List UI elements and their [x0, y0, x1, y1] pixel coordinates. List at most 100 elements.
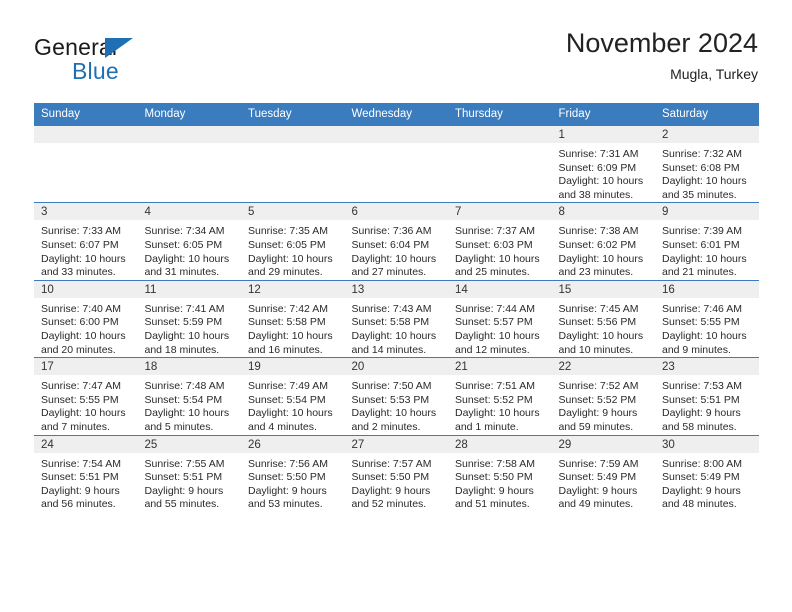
day-details: Sunrise: 7:32 AM Sunset: 6:08 PM Daylight:…	[655, 143, 759, 202]
calendar-day-cell[interactable]: 20 Sunrise: 7:50 AM Sunset: 5:53 PM Dayligh…	[344, 357, 449, 435]
sunset-text: Sunset: 5:52 PM	[558, 393, 637, 406]
sunrise-text: Sunrise: 7:39 AM	[662, 225, 742, 238]
calendar-week-row: 24 Sunrise: 7:54 AM Sunset: 5:51 PM Dayligh…	[34, 434, 759, 512]
calendar-day-cell[interactable]: 7 Sunrise: 7:37 AM Sunset: 6:03 PM Daylight…	[448, 202, 552, 281]
calendar-day-cell[interactable]: 19 Sunrise: 7:49 AM Sunset: 5:54 PM Dayligh…	[241, 357, 345, 435]
sunrise-text: Sunrise: 7:54 AM	[41, 457, 121, 470]
calendar-day-cell[interactable]: 17 Sunrise: 7:47 AM Sunset: 5:55 PM Dayligh…	[34, 357, 138, 435]
day-details: Sunrise: 7:43 AM Sunset: 5:58 PM Daylight:…	[345, 298, 449, 357]
calendar-day-cell[interactable]: 30 Sunrise: 8:00 AM Sunset: 5:49 PM Dayligh…	[655, 434, 759, 512]
day-number: 13	[344, 280, 448, 298]
day-details: Sunrise: 7:58 AM Sunset: 5:50 PM Daylight:…	[448, 453, 552, 512]
day-number: 15	[551, 280, 655, 298]
calendar-day-cell[interactable]: 27 Sunrise: 7:57 AM Sunset: 5:50 PM Dayligh…	[344, 434, 448, 512]
sunrise-text: Sunrise: 7:32 AM	[662, 148, 742, 160]
daylight-text: Daylight: 10 hours and 33 minutes.	[41, 252, 126, 279]
weekday-header-saturday: Saturday	[655, 103, 759, 126]
calendar-day-cell[interactable]: 26 Sunrise: 7:56 AM Sunset: 5:50 PM Dayligh…	[241, 434, 345, 512]
day-number: 22	[551, 358, 655, 376]
daylight-text: Daylight: 9 hours and 53 minutes.	[248, 484, 327, 511]
calendar-day-cell[interactable]: 10 Sunrise: 7:40 AM Sunset: 6:00 PM Dayligh…	[34, 279, 138, 358]
daylight-text: Daylight: 10 hours and 7 minutes.	[41, 407, 126, 433]
day-number: 30	[655, 435, 759, 453]
day-details: Sunrise: 7:48 AM Sunset: 5:54 PM Daylight:…	[138, 375, 242, 434]
daylight-text: Daylight: 9 hours and 49 minutes.	[558, 484, 638, 511]
calendar-day-cell[interactable]: 28 Sunrise: 7:58 AM Sunset: 5:50 PM Dayligh…	[448, 434, 552, 512]
day-number: 25	[137, 435, 241, 453]
day-details: Sunrise: 7:50 AM Sunset: 5:53 PM Daylight:…	[345, 375, 449, 434]
sunrise-text: Sunrise: 7:56 AM	[248, 457, 328, 470]
calendar-day-cell[interactable]: 11 Sunrise: 7:41 AM Sunset: 5:59 PM Dayligh…	[137, 279, 242, 358]
calendar-day-cell[interactable]: 3 Sunrise: 7:33 AM Sunset: 6:07 PM Daylight…	[34, 202, 138, 281]
daylight-text: Daylight: 10 hours and 4 minutes.	[248, 407, 333, 433]
daylight-text: Daylight: 9 hours and 56 minutes.	[41, 484, 120, 511]
calendar-day-cell[interactable]: 29 Sunrise: 7:59 AM Sunset: 5:49 PM Dayligh…	[551, 434, 655, 512]
calendar-day-cell[interactable]: 25 Sunrise: 7:55 AM Sunset: 5:51 PM Dayligh…	[137, 434, 242, 512]
day-number: 29	[551, 435, 655, 453]
daylight-text: Daylight: 10 hours and 1 minute.	[455, 407, 540, 433]
day-details: Sunrise: 7:34 AM Sunset: 6:05 PM Daylight:…	[138, 220, 242, 279]
day-details: Sunrise: 7:41 AM Sunset: 5:59 PM Daylight:…	[138, 298, 242, 357]
calendar-day-cell[interactable]: 23 Sunrise: 7:53 AM Sunset: 5:51 PM Dayligh…	[655, 357, 759, 435]
day-details: Sunrise: 7:33 AM Sunset: 6:07 PM Daylight:…	[34, 220, 138, 279]
sunrise-text: Sunrise: 7:40 AM	[41, 302, 121, 315]
day-number	[34, 126, 138, 143]
calendar-day-cell[interactable]: 4 Sunrise: 7:34 AM Sunset: 6:05 PM Daylight…	[137, 202, 242, 281]
day-number: 6	[344, 203, 448, 221]
calendar-day-cell[interactable]: 2 Sunrise: 7:32 AM Sunset: 6:08 PM Daylight…	[655, 124, 759, 203]
sunset-text: Sunset: 5:50 PM	[248, 471, 326, 484]
brand-logo[interactable]: General Blue	[34, 34, 234, 90]
calendar-day-cell[interactable]: 15 Sunrise: 7:45 AM Sunset: 5:56 PM Dayligh…	[551, 279, 655, 358]
calendar-day-cell[interactable]: 12 Sunrise: 7:42 AM Sunset: 5:58 PM Dayligh…	[241, 279, 345, 358]
sunrise-text: Sunrise: 7:48 AM	[144, 380, 225, 393]
calendar-day-cell[interactable]: 21 Sunrise: 7:51 AM Sunset: 5:52 PM Dayligh…	[448, 357, 552, 435]
day-number: 4	[137, 203, 241, 221]
sunset-text: Sunset: 5:50 PM	[455, 471, 533, 484]
calendar-day-cell[interactable]: 18 Sunrise: 7:48 AM Sunset: 5:54 PM Dayligh…	[137, 357, 242, 435]
daylight-text: Daylight: 10 hours and 35 minutes.	[662, 175, 747, 201]
weekday-header-sunday: Sunday	[34, 103, 138, 126]
calendar-week-row: 10 Sunrise: 7:40 AM Sunset: 6:00 PM Dayligh…	[34, 279, 759, 358]
day-number: 28	[448, 435, 552, 453]
title-block: November 2024 Mugla, Turkey	[566, 26, 758, 84]
day-details: Sunrise: 7:44 AM Sunset: 5:57 PM Daylight:…	[448, 298, 552, 357]
calendar-day-cell[interactable]: 6 Sunrise: 7:36 AM Sunset: 6:04 PM Daylight…	[344, 202, 449, 281]
daylight-text: Daylight: 10 hours and 20 minutes.	[41, 329, 126, 356]
sunrise-text: Sunrise: 7:34 AM	[144, 225, 225, 238]
day-details: Sunrise: 7:36 AM Sunset: 6:04 PM Daylight:…	[345, 220, 449, 279]
sunset-text: Sunset: 6:08 PM	[662, 161, 740, 174]
day-number	[344, 126, 448, 143]
day-number: 1	[551, 126, 655, 143]
calendar-day-cell[interactable]: 13 Sunrise: 7:43 AM Sunset: 5:58 PM Dayligh…	[344, 279, 449, 358]
daylight-text: Daylight: 9 hours and 51 minutes.	[455, 484, 534, 511]
sunset-text: Sunset: 5:51 PM	[41, 471, 119, 484]
day-details: Sunrise: 7:49 AM Sunset: 5:54 PM Daylight:…	[241, 375, 345, 434]
weekday-header-thursday: Thursday	[448, 103, 552, 126]
daylight-text: Daylight: 10 hours and 23 minutes.	[558, 252, 644, 279]
sunrise-text: Sunrise: 7:58 AM	[455, 457, 535, 470]
sunrise-text: Sunrise: 7:44 AM	[455, 302, 535, 315]
day-details: Sunrise: 7:55 AM Sunset: 5:51 PM Daylight:…	[138, 453, 242, 512]
sunrise-text: Sunrise: 7:33 AM	[41, 225, 121, 238]
calendar-day-cell[interactable]: 22 Sunrise: 7:52 AM Sunset: 5:52 PM Dayligh…	[551, 357, 655, 435]
sunrise-text: Sunrise: 7:45 AM	[558, 302, 639, 315]
sunrise-text: Sunrise: 7:51 AM	[455, 380, 535, 393]
calendar-day-cell[interactable]: 5 Sunrise: 7:35 AM Sunset: 6:05 PM Daylight…	[241, 202, 345, 281]
calendar-day-cell[interactable]: 24 Sunrise: 7:54 AM Sunset: 5:51 PM Dayligh…	[34, 434, 138, 512]
sunrise-text: Sunrise: 7:35 AM	[248, 225, 328, 238]
calendar-day-cell[interactable]: 16 Sunrise: 7:46 AM Sunset: 5:55 PM Dayligh…	[655, 279, 759, 358]
sunset-text: Sunset: 5:54 PM	[248, 393, 326, 406]
calendar-day-cell[interactable]: 1 Sunrise: 7:31 AM Sunset: 6:09 PM Daylight…	[551, 124, 655, 203]
sunrise-text: Sunrise: 7:53 AM	[662, 380, 742, 393]
calendar-day-cell[interactable]: 9 Sunrise: 7:39 AM Sunset: 6:01 PM Daylight…	[655, 202, 759, 281]
sunset-text: Sunset: 6:07 PM	[41, 238, 119, 251]
calendar-day-cell-empty	[448, 124, 552, 203]
day-number	[241, 126, 345, 143]
day-number: 11	[137, 280, 241, 298]
calendar-header-row: Sunday Monday Tuesday Wednesday Thursday…	[34, 103, 759, 126]
sunset-text: Sunset: 5:52 PM	[455, 393, 533, 406]
calendar-day-cell[interactable]: 8 Sunrise: 7:38 AM Sunset: 6:02 PM Daylight…	[551, 202, 655, 281]
daylight-text: Daylight: 10 hours and 38 minutes.	[558, 175, 644, 201]
day-number: 10	[34, 280, 138, 298]
calendar-day-cell[interactable]: 14 Sunrise: 7:44 AM Sunset: 5:57 PM Dayligh…	[448, 279, 552, 358]
